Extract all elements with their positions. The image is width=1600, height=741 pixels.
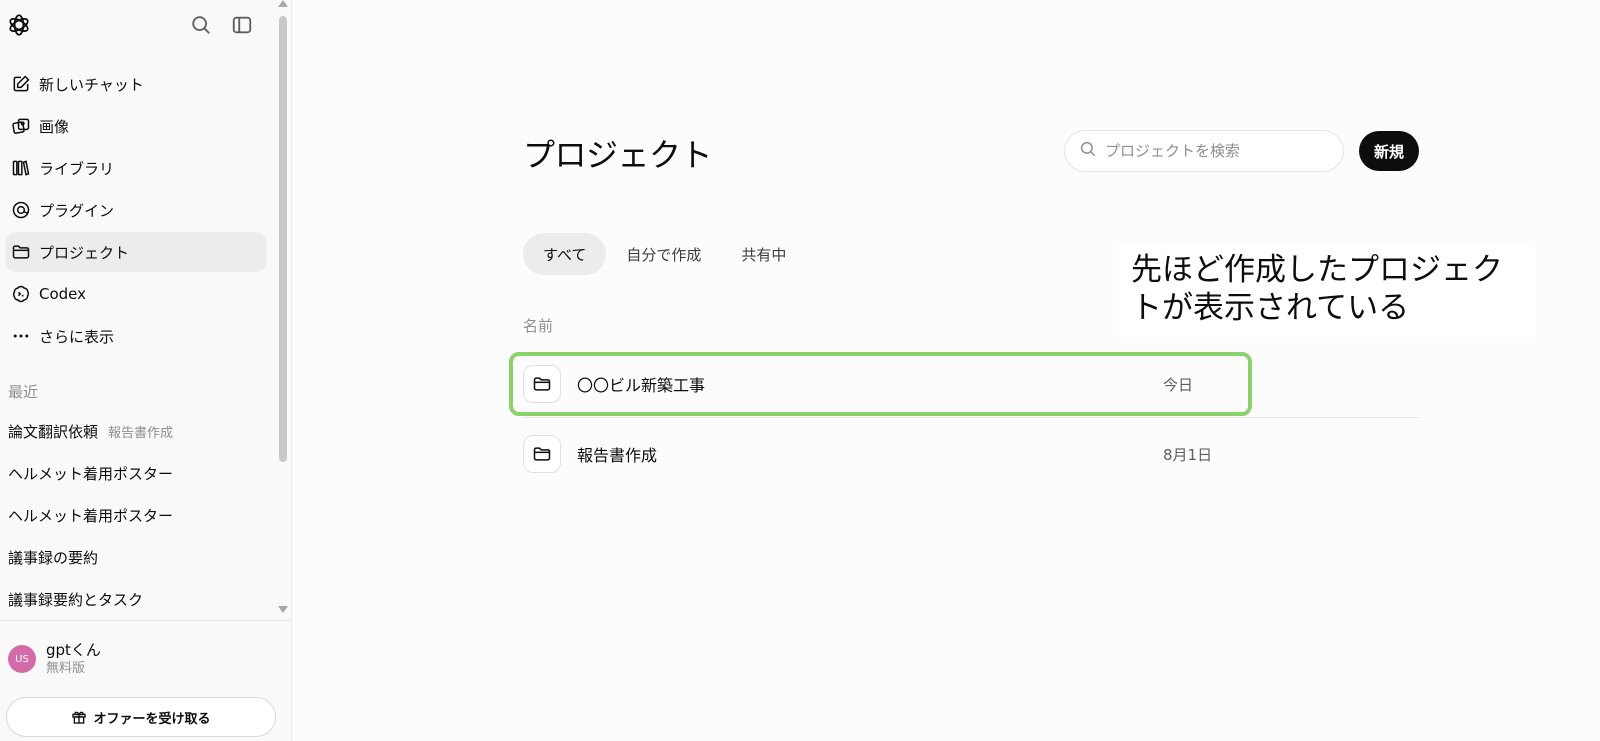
sidebar-item-plugins[interactable]: プラグイン — [6, 190, 266, 230]
recent-chat-title: ヘルメット着用ポスター — [8, 506, 174, 525]
avatar: US — [8, 645, 36, 673]
sidebar-item-label: プラグイン — [39, 201, 115, 220]
edit-icon — [10, 73, 32, 95]
codex-icon — [10, 283, 32, 305]
project-date: 8月1日 — [1163, 445, 1213, 464]
sidebar-scrollbar[interactable] — [277, 0, 289, 620]
recent-chat-title: 議事録要約とタスク — [8, 590, 144, 609]
plugin-icon — [10, 199, 32, 221]
project-tabs: すべて 自分で作成 共有中 — [523, 233, 806, 275]
scroll-up-arrow-icon[interactable] — [278, 0, 288, 7]
claim-offer-label: オファーを受け取る — [93, 711, 211, 727]
user-name: gptくん — [46, 641, 101, 659]
sidebar-item-images[interactable]: 画像 — [6, 106, 266, 146]
folder-icon — [523, 435, 561, 473]
annotation-callout: 先ほど作成したプロジェクトが表示されている — [1119, 245, 1535, 337]
openai-logo-icon[interactable] — [6, 12, 32, 38]
recent-chat-item[interactable]: ヘルメット着用ポスター — [8, 452, 270, 494]
new-project-button[interactable]: 新規 — [1359, 131, 1419, 171]
user-profile[interactable]: US gptくん 無料版 — [8, 640, 101, 678]
tab-all[interactable]: すべて — [523, 233, 607, 275]
claim-offer-button[interactable]: オファーを受け取る — [6, 697, 276, 737]
recent-chat-project: 報告書作成 — [108, 425, 174, 441]
sidebar-item-label: Codex — [39, 285, 87, 303]
recent-list: 論文翻訳依頼 報告書作成 ヘルメット着用ポスター ヘルメット着用ポスター 議事録… — [8, 410, 270, 620]
search-icon — [1079, 140, 1097, 162]
recent-chat-item[interactable]: 議事録要約とタスク — [8, 578, 270, 620]
project-search-input[interactable] — [1105, 142, 1325, 160]
recent-chat-title: 議事録の要約 — [8, 548, 99, 567]
sidebar-item-label: 画像 — [39, 117, 70, 136]
sidebar-nav: 新しいチャット 画像 ライブラリ プラグイン プロジェクト Codex さらに表… — [6, 64, 266, 358]
recent-chat-title: 論文翻訳依頼 — [8, 422, 99, 441]
scroll-down-arrow-icon[interactable] — [278, 606, 288, 613]
sidebar-item-label: プロジェクト — [39, 243, 130, 262]
sidebar-toggle-icon[interactable] — [231, 14, 253, 36]
recent-chat-item[interactable]: ヘルメット着用ポスター — [8, 494, 270, 536]
sidebar-divider — [0, 620, 291, 621]
recent-section-label: 最近 — [8, 383, 39, 401]
highlight-box — [509, 352, 1252, 416]
project-row[interactable]: 報告書作成 8月1日 — [523, 419, 1419, 489]
recent-chat-item[interactable]: 論文翻訳依頼 報告書作成 — [8, 410, 270, 452]
tab-shared[interactable]: 共有中 — [721, 233, 806, 275]
column-header-name: 名前 — [523, 317, 554, 335]
recent-chat-title: ヘルメット着用ポスター — [8, 464, 174, 483]
user-plan: 無料版 — [46, 661, 86, 676]
more-icon — [10, 325, 32, 347]
sidebar-item-label: ライブラリ — [39, 159, 115, 178]
sidebar: 新しいチャット 画像 ライブラリ プラグイン プロジェクト Codex さらに表… — [0, 0, 292, 741]
project-search[interactable] — [1064, 130, 1344, 172]
sidebar-item-more[interactable]: さらに表示 — [6, 316, 266, 356]
sidebar-item-new-chat[interactable]: 新しいチャット — [6, 64, 266, 104]
sidebar-item-projects[interactable]: プロジェクト — [6, 232, 266, 272]
images-icon — [10, 115, 32, 137]
search-icon[interactable] — [190, 14, 212, 36]
sidebar-item-label: さらに表示 — [39, 327, 115, 346]
tab-created-by-me[interactable]: 自分で作成 — [606, 233, 721, 275]
row-divider — [523, 417, 1419, 418]
sidebar-item-library[interactable]: ライブラリ — [6, 148, 266, 188]
library-icon — [10, 157, 32, 179]
sidebar-item-label: 新しいチャット — [39, 75, 144, 94]
gift-icon — [71, 709, 87, 725]
project-name: 報告書作成 — [577, 446, 658, 465]
page-title: プロジェクト — [523, 136, 713, 174]
recent-chat-item[interactable]: 議事録の要約 — [8, 536, 270, 578]
folder-icon — [10, 241, 32, 263]
sidebar-item-codex[interactable]: Codex — [6, 274, 266, 314]
scroll-thumb[interactable] — [279, 16, 287, 462]
